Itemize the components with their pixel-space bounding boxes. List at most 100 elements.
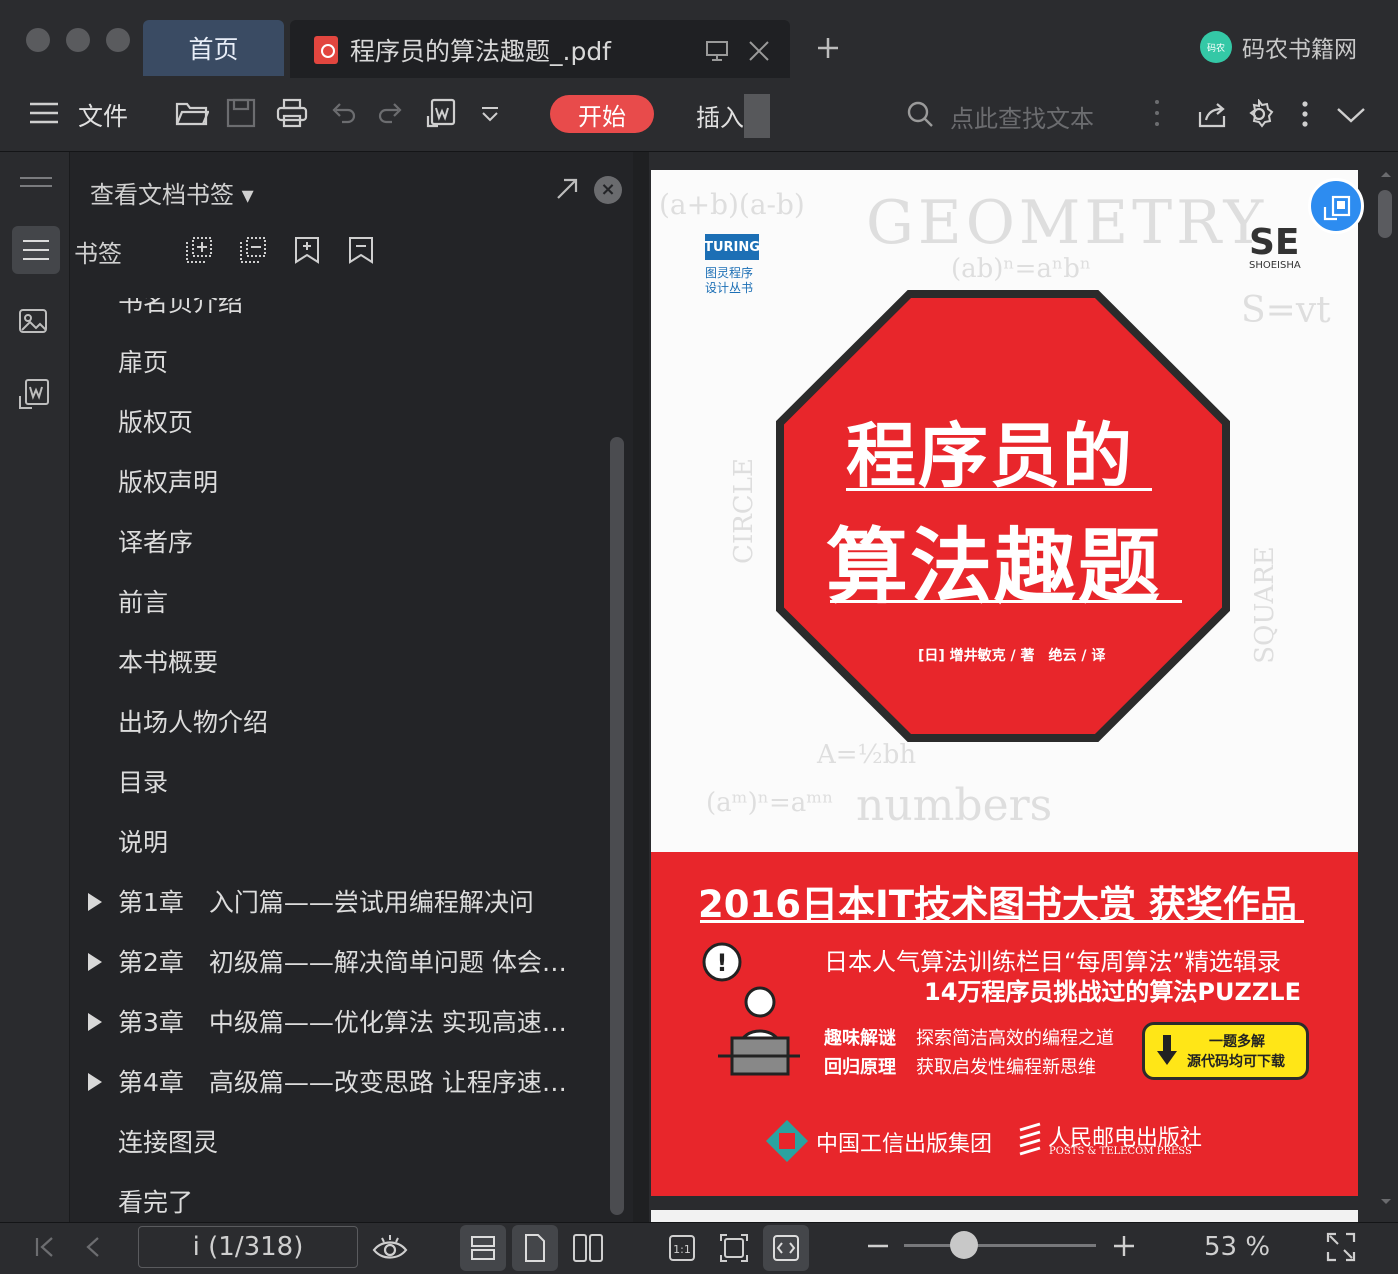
redo-icon[interactable] — [378, 100, 404, 126]
zoom-in-icon[interactable] — [1112, 1234, 1136, 1258]
tab-insert[interactable]: 插入 — [696, 98, 744, 133]
sketch-text: (aᵐ)ⁿ=aᵐⁿ — [706, 788, 834, 818]
tab-home[interactable]: 首页 — [143, 20, 284, 76]
rail-convert-icon[interactable] — [18, 378, 50, 412]
svg-text:1:1: 1:1 — [673, 1243, 691, 1256]
document-scrollbar[interactable] — [1378, 190, 1392, 238]
collapse-all-icon[interactable] — [239, 236, 267, 264]
translate-float-button[interactable] — [1308, 178, 1364, 234]
bookmark-item[interactable]: 第3章 中级篇——优化算法 实现高速… — [72, 992, 604, 1052]
bookmark-item[interactable]: 前言 — [72, 572, 604, 632]
open-folder-icon[interactable] — [175, 98, 209, 128]
remove-bookmark-icon[interactable] — [347, 236, 375, 264]
file-menu[interactable]: 文件 — [78, 97, 128, 133]
read-mode-eye-icon[interactable] — [372, 1232, 408, 1262]
download-arrow-icon — [1157, 1035, 1177, 1065]
series-name-line2: 设计丛书 — [705, 281, 754, 295]
panel-scrollbar[interactable] — [610, 437, 624, 1215]
new-tab-icon[interactable] — [816, 36, 840, 60]
bookmark-item[interactable]: 出场人物介绍 — [72, 692, 604, 752]
add-bookmark-icon[interactable] — [293, 236, 321, 264]
window-zoom-button[interactable] — [106, 28, 130, 52]
sketch-text: (ab)ⁿ=aⁿbⁿ — [951, 254, 1092, 284]
tab-start[interactable]: 开始 — [550, 95, 654, 133]
more-tools-dropdown-icon[interactable] — [480, 106, 500, 122]
settings-gear-icon[interactable] — [1244, 99, 1274, 129]
turing-logo: TURING — [704, 234, 760, 260]
fullscreen-icon[interactable] — [1326, 1232, 1356, 1262]
first-page-icon[interactable] — [34, 1236, 56, 1258]
tab-document[interactable]: 程序员的算法趣题_.pdf — [290, 20, 790, 78]
continuous-view-button[interactable] — [460, 1225, 506, 1271]
cover-authors: [日] 增井敏克 / 著 绝云 / 译 — [918, 648, 1106, 664]
tab-start-label: 开始 — [578, 102, 626, 131]
tab-document-label: 程序员的算法趣题_.pdf — [350, 37, 611, 66]
two-page-view-icon[interactable] — [572, 1233, 604, 1263]
share-icon[interactable] — [1198, 100, 1226, 128]
screen-icon[interactable] — [706, 40, 728, 62]
undo-icon[interactable] — [330, 100, 356, 126]
sketch-text: numbers — [856, 780, 1053, 831]
bookmark-item[interactable]: 版权声明 — [72, 452, 604, 512]
expand-all-icon[interactable] — [185, 236, 213, 264]
expand-arrow-icon[interactable] — [88, 893, 102, 911]
zoom-slider-track[interactable] — [904, 1244, 1096, 1247]
single-page-view-button[interactable] — [512, 1225, 558, 1271]
window-minimize-button[interactable] — [66, 28, 90, 52]
zoom-slider-handle[interactable] — [949, 1231, 978, 1259]
save-icon[interactable] — [226, 98, 256, 128]
fit-page-icon[interactable] — [719, 1233, 749, 1263]
collapse-toolbar-icon[interactable] — [1336, 106, 1366, 124]
expand-arrow-icon[interactable] — [88, 1013, 102, 1031]
bookmark-item[interactable]: 连接图灵 — [72, 1112, 604, 1172]
page-number-input[interactable]: i (1/318) — [138, 1226, 358, 1268]
scroll-down-arrow-icon[interactable] — [1380, 1198, 1392, 1206]
print-icon[interactable] — [276, 98, 308, 128]
bookmark-item[interactable]: 版权页 — [72, 392, 604, 452]
bookmark-item[interactable]: 扉页 — [72, 332, 604, 392]
more-options-icon[interactable] — [1300, 100, 1310, 128]
title-underline — [846, 488, 1152, 491]
bookmark-item[interactable]: 译者序 — [72, 512, 604, 572]
fit-width-button[interactable] — [763, 1225, 809, 1271]
bookmark-item[interactable]: 第4章 高级篇——改变思路 让程序速… — [72, 1052, 604, 1112]
ribbon-scroll-right[interactable] — [744, 94, 770, 138]
single-page-icon — [525, 1234, 545, 1262]
publisher-name-en: POSTS & TELECOM PRESS — [1049, 1146, 1192, 1157]
zoom-level[interactable]: 53 % — [1204, 1232, 1270, 1262]
pop-out-icon[interactable] — [556, 178, 578, 200]
close-tab-icon[interactable] — [748, 40, 770, 62]
bookmark-item[interactable]: 书名页介绍 — [72, 298, 604, 332]
bookmark-item[interactable]: 第1章 入门篇——尝试用编程解决问 — [72, 872, 604, 932]
page-number-value: i (1/318) — [192, 1232, 304, 1262]
download-line1: 一题多解 — [1209, 1034, 1265, 1050]
actual-size-icon[interactable]: 1:1 — [668, 1234, 696, 1262]
convert-to-word-icon[interactable] — [426, 98, 456, 130]
scroll-up-arrow-icon[interactable] — [1380, 170, 1392, 178]
rail-bookmarks-button[interactable] — [12, 226, 60, 274]
panel-close-button[interactable]: × — [594, 176, 622, 204]
search-input[interactable]: 点此查找文本 — [950, 99, 1094, 134]
bookmark-item[interactable]: 目录 — [72, 752, 604, 812]
expand-arrow-icon[interactable] — [88, 953, 102, 971]
bookmark-item[interactable]: 说明 — [72, 812, 604, 872]
bookmark-tree: 书名页介绍 扉页 版权页 版权声明 译者序 前言 本书概要 出场人物介绍 目录 说明 第1章 入门篇… — [72, 298, 604, 1220]
thinking-person-illustration: ! — [702, 942, 800, 1076]
panel-resize-handle[interactable] — [633, 152, 649, 1222]
rail-collapse-icon[interactable] — [20, 176, 52, 188]
window-close-button[interactable] — [26, 28, 50, 52]
miit-publisher-logo — [766, 1120, 808, 1162]
bookmark-item[interactable]: 第2章 初级篇——解决简单问题 体会… — [72, 932, 604, 992]
thumbnails-image-icon[interactable] — [18, 308, 48, 336]
previous-page-icon[interactable] — [84, 1236, 102, 1258]
bookmark-item-label: 第2章 初级篇——解决简单问题 体会… — [118, 948, 567, 977]
sketch-text: S=vt — [1241, 290, 1331, 331]
zoom-out-icon[interactable] — [866, 1236, 890, 1256]
panel-title-dropdown[interactable]: 查看文档书签 ▾ — [90, 175, 254, 210]
cover-tagline2: 14万程序员挑战过的算法PUZZLE — [924, 978, 1301, 1006]
menu-icon[interactable] — [30, 102, 58, 124]
translate-icon — [1323, 195, 1351, 221]
expand-arrow-icon[interactable] — [88, 1073, 102, 1091]
bookmark-item[interactable]: 本书概要 — [72, 632, 604, 692]
bookmark-item[interactable]: 看完了 — [72, 1172, 604, 1220]
